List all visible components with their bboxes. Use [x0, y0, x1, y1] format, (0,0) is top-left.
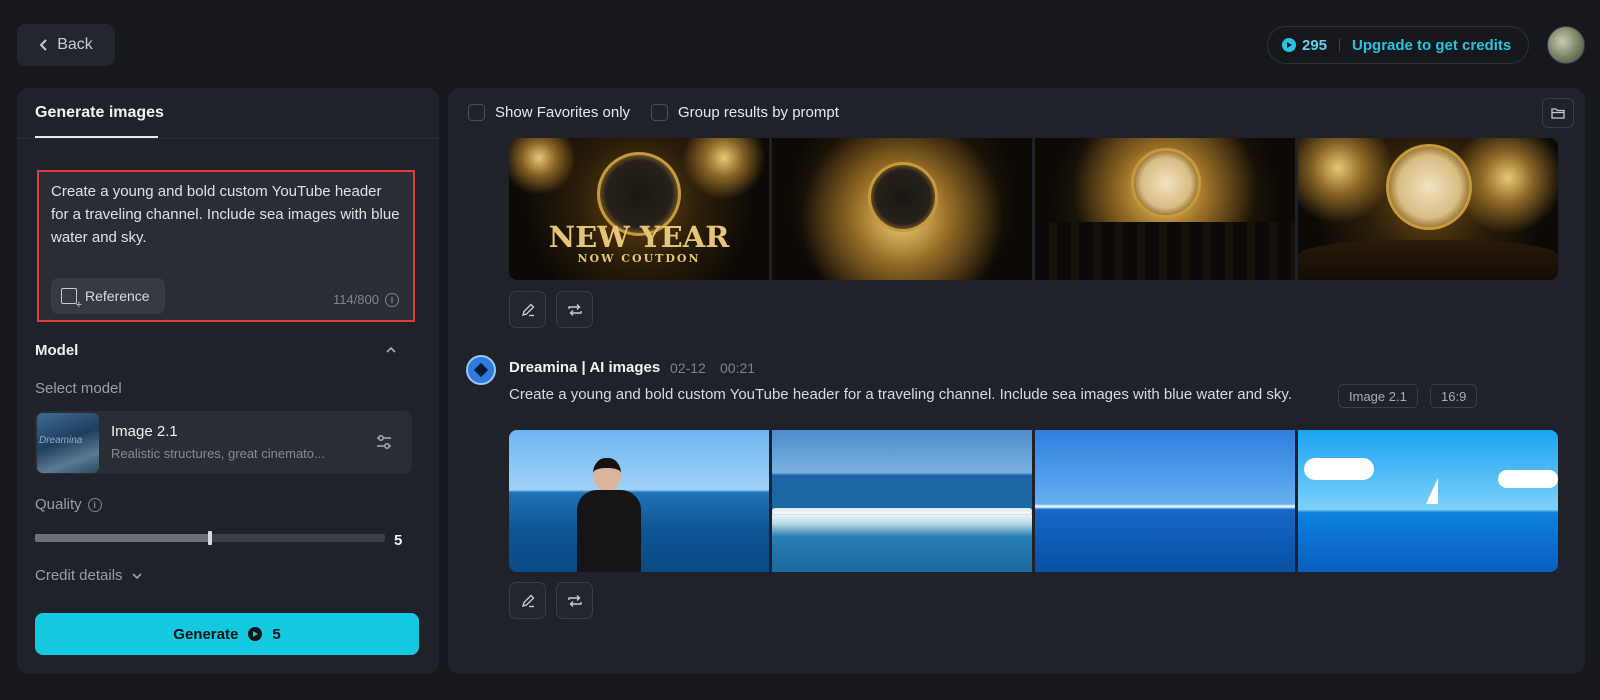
chevron-left-icon: [39, 39, 47, 51]
quality-value: 5: [394, 532, 403, 549]
result-image[interactable]: NEW YEAR NOW COUTDON: [509, 138, 769, 280]
credits-count: 295: [1302, 36, 1328, 54]
quality-label-text: Quality: [35, 496, 82, 513]
result-time: 00:21: [720, 360, 756, 376]
group-filter[interactable]: Group results by prompt: [651, 104, 839, 121]
back-button[interactable]: Back: [17, 24, 115, 66]
regenerate-button[interactable]: [556, 291, 593, 328]
credit-details-toggle[interactable]: Credit details: [35, 567, 143, 584]
chevron-down-icon: [131, 572, 142, 579]
countdown-text: NOW COUTDON: [577, 252, 701, 265]
prompt-input[interactable]: Create a young and bold custom YouTube h…: [37, 170, 415, 322]
back-label: Back: [57, 36, 93, 53]
result-images-row: [509, 430, 1558, 572]
pencil-icon: [521, 594, 534, 607]
ratio-tag: 16:9: [1430, 384, 1478, 408]
repeat-icon: [567, 594, 582, 607]
folder-button[interactable]: [1542, 98, 1574, 128]
credit-details-label: Credit details: [35, 567, 123, 584]
model-thumbnail: Dreamina: [37, 413, 99, 473]
result-image[interactable]: [1298, 138, 1558, 280]
credit-coin-icon: [1282, 38, 1296, 52]
model-name: Image 2.1: [111, 423, 178, 440]
folder-icon: [1551, 108, 1565, 119]
model-selector[interactable]: Dreamina Image 2.1 Realistic structures,…: [35, 411, 412, 474]
model-thumb-text: Dreamina: [39, 435, 83, 446]
pencil-icon: [521, 303, 534, 316]
result-images-row: NEW YEAR NOW COUTDON: [509, 138, 1558, 280]
char-count: 114/800 i: [333, 292, 399, 307]
tab-generate-images[interactable]: Generate images: [35, 104, 164, 122]
result-image[interactable]: [1035, 430, 1295, 572]
repeat-icon: [567, 303, 582, 316]
select-model-label: Select model: [35, 380, 122, 397]
add-image-icon: [61, 288, 82, 311]
group-checkbox[interactable]: [651, 104, 668, 121]
info-icon[interactable]: i: [385, 292, 399, 307]
reference-label: Reference: [85, 288, 150, 304]
generate-panel: Generate images Create a young and bold …: [17, 88, 439, 674]
favorites-filter[interactable]: Show Favorites only: [468, 104, 630, 121]
result-image[interactable]: [772, 138, 1032, 280]
new-year-text: NEW YEAR: [548, 220, 730, 254]
favorites-label: Show Favorites only: [495, 104, 631, 121]
reference-button[interactable]: Reference: [51, 278, 165, 314]
divider: [17, 138, 439, 139]
dreamina-logo-icon: [466, 355, 496, 385]
credits-pill: 295 Upgrade to get credits: [1267, 26, 1529, 64]
group-label: Group results by prompt: [678, 104, 839, 121]
results-panel: Show Favorites only Group results by pro…: [448, 88, 1585, 674]
generate-cost: 5: [272, 625, 281, 643]
avatar[interactable]: [1547, 26, 1585, 64]
divider: [1339, 38, 1341, 52]
model-section-title: Model: [35, 342, 79, 359]
top-bar: Back 295 Upgrade to get credits: [0, 0, 1600, 88]
model-tag: Image 2.1: [1338, 384, 1418, 408]
prompt-text[interactable]: Create a young and bold custom YouTube h…: [51, 180, 401, 249]
info-icon[interactable]: i: [87, 497, 102, 512]
generate-label: Generate: [173, 625, 239, 643]
result-date: 02-12: [670, 360, 706, 376]
char-count-value: 114/800: [332, 292, 379, 307]
upgrade-link[interactable]: Upgrade to get credits: [1352, 37, 1511, 54]
edit-button[interactable]: [509, 291, 546, 328]
regenerate-button[interactable]: [556, 582, 593, 619]
quality-slider-fill: [35, 534, 210, 542]
credit-coin-icon: [248, 627, 263, 641]
result-image[interactable]: [772, 430, 1032, 572]
result-image[interactable]: [1298, 430, 1558, 572]
result-image[interactable]: [509, 430, 769, 572]
favorites-checkbox[interactable]: [468, 104, 485, 121]
result-image[interactable]: [1035, 138, 1295, 280]
quality-label: Quality i: [35, 496, 102, 513]
result-author: Dreamina | AI images: [509, 359, 661, 376]
quality-slider[interactable]: [35, 531, 385, 545]
chevron-up-icon[interactable]: [385, 344, 397, 356]
generate-button[interactable]: Generate 5: [35, 613, 419, 655]
result-prompt: Create a young and bold custom YouTube h…: [509, 386, 1292, 403]
edit-button[interactable]: [509, 582, 546, 619]
model-description: Realistic structures, great cinemato...: [111, 446, 325, 461]
sailboat: [1426, 478, 1438, 504]
sliders-icon[interactable]: [375, 433, 393, 451]
traveler-figure: [577, 458, 641, 572]
quality-slider-handle[interactable]: [208, 531, 212, 545]
